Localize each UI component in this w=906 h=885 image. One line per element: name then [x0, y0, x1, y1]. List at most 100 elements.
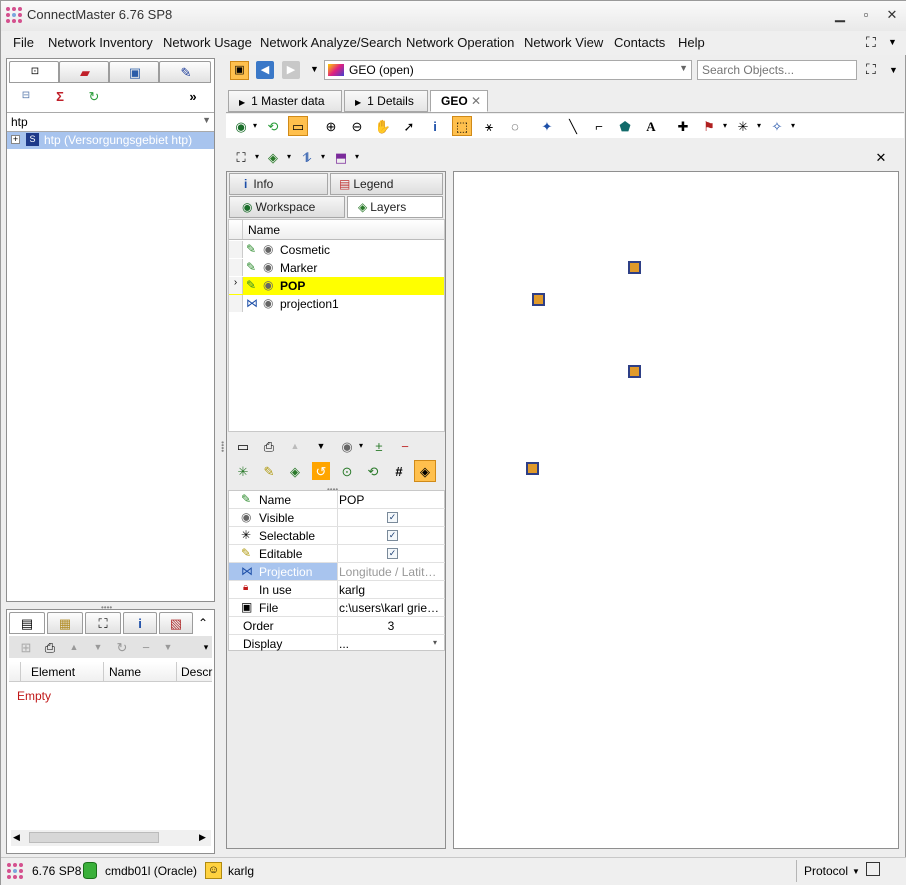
chevron-down-icon[interactable]: ▾ — [784, 117, 802, 135]
tree-item-selected[interactable]: + S htp (Versorgungsgebiet htp) — [7, 132, 214, 149]
pop-marker[interactable] — [628, 261, 641, 274]
expand-icon[interactable]: + — [11, 135, 20, 144]
zoom-out-icon[interactable]: ⊖ — [348, 117, 366, 135]
scroll-left-icon[interactable]: ◀ — [13, 832, 20, 843]
menu-network-view[interactable]: Network View — [524, 35, 603, 50]
chevron-down-icon[interactable]: ▼ — [852, 867, 860, 876]
layer-row-projection1[interactable]: ⋈ ◉ projection1 — [229, 295, 444, 313]
property-row-order[interactable]: Order 3 — [229, 617, 445, 635]
property-value[interactable]: Longitude / Latitude (WGS 84) — [339, 565, 443, 579]
back-icon[interactable]: ◀ — [256, 61, 274, 79]
tab-tree[interactable]: ⊡ — [9, 61, 59, 83]
label-icon[interactable]: ✎ — [260, 462, 278, 480]
menu-network-analyze-search[interactable]: Network Analyze/Search — [260, 35, 402, 50]
zoom-layer-icon[interactable]: ⊙ — [338, 462, 356, 480]
scroll-thumb[interactable] — [29, 832, 159, 843]
pop-marker[interactable] — [526, 462, 539, 475]
chevron-down-icon[interactable]: ▼ — [159, 638, 177, 656]
overflow-icon[interactable]: ▾ — [197, 638, 215, 656]
tab-layers[interactable]: ◈ Layers — [347, 196, 443, 218]
forward-icon[interactable]: ▶ — [282, 61, 300, 79]
tab-connectors[interactable]: ✎ — [159, 61, 211, 83]
eye-icon[interactable]: ◉ — [263, 278, 273, 292]
close-tab-icon[interactable]: ✕ — [471, 94, 481, 108]
rect-select-icon[interactable]: ⬚ — [452, 116, 472, 136]
menu-file[interactable]: File — [13, 35, 34, 50]
tab-table[interactable]: ▦ — [47, 612, 83, 634]
print-icon[interactable]: ⎙ — [41, 638, 59, 656]
draw-line-icon[interactable]: ╲ — [564, 117, 582, 135]
edit-layer-icon[interactable]: ✎ — [246, 278, 256, 292]
hash-icon[interactable]: # — [390, 462, 408, 480]
property-value[interactable]: POP — [339, 493, 443, 507]
property-value[interactable]: 3 — [339, 619, 443, 633]
layer-stack-icon[interactable]: ◈ — [286, 462, 304, 480]
lasso-select-icon[interactable]: ⚹ — [480, 117, 498, 135]
chevron-down-icon[interactable]: ▾ — [314, 148, 332, 166]
remove-layer-icon[interactable]: − — [396, 437, 414, 455]
property-value[interactable]: karlg — [339, 583, 443, 597]
add-layer-icon[interactable]: ± — [370, 437, 388, 455]
tab-geo[interactable]: GEO ✕ — [430, 90, 488, 112]
chevron-down-icon[interactable]: ▾ — [246, 117, 264, 135]
property-value[interactable]: ... — [339, 637, 443, 651]
tab-master-data[interactable]: ▶ 1 Master data — [228, 90, 342, 112]
up-icon[interactable]: ▲ — [65, 638, 83, 656]
pan-hand-icon[interactable]: ✋ — [374, 117, 392, 135]
map-frame-icon[interactable]: ▭ — [288, 116, 308, 136]
maximize-button[interactable]: ▫ — [853, 5, 879, 25]
tab-workspace[interactable]: ◉ Workspace — [229, 196, 345, 218]
filter-combo[interactable]: htp ▼ — [7, 112, 214, 132]
editable-checkbox[interactable]: ✓ — [387, 548, 398, 559]
chevron-down-icon[interactable]: ▼ — [310, 64, 319, 74]
draw-point-icon[interactable]: ✦ — [538, 117, 556, 135]
menu-network-inventory[interactable]: Network Inventory — [48, 35, 153, 50]
menu-network-usage[interactable]: Network Usage — [163, 35, 252, 50]
property-row-file[interactable]: ▣ File c:\users\karl griesbacher\ — [229, 599, 445, 617]
minimize-button[interactable]: ▁ — [827, 5, 853, 25]
pop-marker[interactable] — [628, 365, 641, 378]
info-icon[interactable]: i — [426, 117, 444, 135]
layer-row-cosmetic[interactable]: ✎ ◉ Cosmetic — [229, 241, 444, 259]
reload-icon[interactable]: ⟲ — [364, 462, 382, 480]
column-header-element[interactable]: Element — [31, 665, 75, 679]
new-layer-icon[interactable]: ✳ — [234, 462, 252, 480]
eye-icon[interactable]: ◉ — [263, 296, 273, 310]
layer-properties-icon[interactable]: ▭ — [234, 437, 252, 455]
loop-icon[interactable]: ↺ — [312, 462, 330, 480]
property-value[interactable]: c:\users\karl griesbacher\ — [339, 601, 443, 615]
more-icon[interactable]: » — [184, 87, 202, 105]
visible-checkbox[interactable]: ✓ — [387, 512, 398, 523]
search-objects-input[interactable] — [697, 60, 857, 80]
refresh-map-icon[interactable]: ⟲ — [264, 117, 282, 135]
select-pointer-icon[interactable]: ➚ — [400, 117, 418, 135]
menu-contacts[interactable]: Contacts — [614, 35, 665, 50]
draw-polygon-icon[interactable]: ⬟ — [616, 117, 634, 135]
chevron-down-icon[interactable]: ▼ — [888, 37, 897, 47]
print-icon[interactable]: ⎙ — [260, 437, 278, 455]
property-row-visible[interactable]: ◉ Visible ✓ — [229, 509, 445, 527]
property-row-display[interactable]: Display ... ▾ — [229, 635, 445, 653]
radius-select-icon[interactable]: ◌ — [506, 117, 524, 135]
close-window-button[interactable]: ✕ — [879, 5, 905, 25]
minus-icon[interactable]: − — [137, 638, 155, 656]
protocol-button[interactable]: Protocol — [804, 864, 848, 878]
binoculars-icon[interactable]: ⛶ — [866, 61, 876, 78]
pop-marker[interactable] — [532, 293, 545, 306]
tag-icon[interactable]: ◈ — [414, 460, 436, 482]
map-canvas[interactable] — [453, 171, 899, 849]
layer-row-marker[interactable]: ✎ ◉ Marker — [229, 259, 444, 277]
horizontal-scrollbar[interactable]: ◀ ▶ — [11, 830, 211, 846]
edit-layer-icon[interactable]: ✎ — [246, 242, 256, 256]
zoom-in-icon[interactable]: ⊕ — [322, 117, 340, 135]
tab-search[interactable]: ⛶ — [85, 612, 121, 634]
filter-icon[interactable]: ⊟ — [17, 87, 35, 105]
property-row-projection[interactable]: ⋈ Projection Longitude / Latitude (WGS 8… — [229, 563, 445, 581]
move-down-icon[interactable]: ▼ — [312, 437, 330, 455]
add-node-icon[interactable]: ✚ — [674, 117, 692, 135]
tab-clipboard[interactable]: ▤ — [9, 612, 45, 634]
tab-legend[interactable]: ▤ Legend — [330, 173, 443, 195]
scroll-right-icon[interactable]: ▶ — [199, 832, 206, 843]
edit-layer-icon[interactable]: ✎ — [246, 260, 256, 274]
selectable-checkbox[interactable]: ✓ — [387, 530, 398, 541]
